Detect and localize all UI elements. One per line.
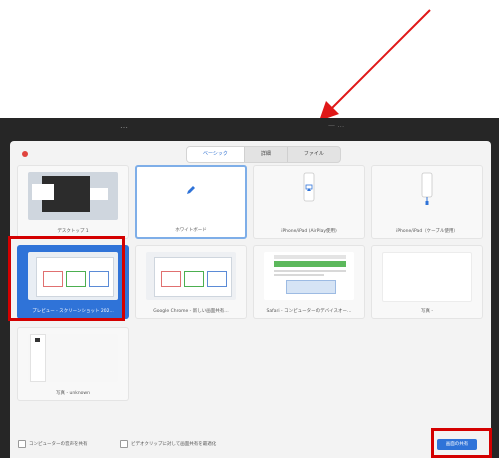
share-button[interactable]: 画面の共有 bbox=[437, 439, 477, 450]
tile-label: 写真 - bbox=[420, 309, 434, 314]
tile-label: デスクトップ 1 bbox=[57, 229, 89, 234]
tile-label: iPhone/iPad (AirPlay使用) bbox=[281, 229, 337, 234]
optimize-video-option[interactable]: ビデオクリップに対して画面共有を最適化 bbox=[120, 440, 216, 448]
tile-iphone-cable[interactable]: iPhone/iPad（ケーブル使用） bbox=[371, 165, 483, 239]
tile-label: iPhone/iPad（ケーブル使用） bbox=[396, 229, 458, 234]
checkbox[interactable] bbox=[120, 440, 128, 448]
tile-safari-window[interactable]: Safari - コンピューターのデバイスオー… bbox=[253, 245, 365, 319]
tile-desktop-1[interactable]: デスクトップ 1 bbox=[17, 165, 129, 239]
tab-bar: ベーシック 詳細 ファイル bbox=[186, 146, 341, 163]
safari-window-thumbnail bbox=[264, 252, 354, 300]
tile-label: 写真 - unknown bbox=[56, 391, 90, 396]
checkbox[interactable] bbox=[18, 440, 26, 448]
option-label: コンピューターの音声を共有 bbox=[29, 442, 88, 447]
phone-cable-icon bbox=[421, 172, 433, 205]
preview-window-thumbnail bbox=[28, 252, 118, 300]
share-audio-option[interactable]: コンピューターの音声を共有 bbox=[18, 440, 88, 448]
share-screen-dialog: ベーシック 詳細 ファイル デスクトップ 1 ホワイトボード iPhone/iP… bbox=[10, 141, 491, 458]
tile-preview-window[interactable]: プレビュー - スクリーンショット 202... bbox=[17, 245, 129, 319]
tile-chrome-window[interactable]: Google Chrome - 新しい画面共有… bbox=[135, 245, 247, 319]
tile-label: ホワイトボード bbox=[175, 228, 207, 233]
dialog-footer: コンピューターの音声を共有 ビデオクリップに対して画面共有を最適化 画面の共有 bbox=[10, 432, 491, 458]
chrome-window-thumbnail bbox=[146, 252, 236, 300]
tile-label: Safari - コンピューターのデバイスオー… bbox=[266, 309, 352, 314]
tile-iphone-airplay[interactable]: iPhone/iPad (AirPlay使用) bbox=[253, 165, 365, 239]
screen-subtitle: — … bbox=[328, 121, 345, 129]
option-label: ビデオクリップに対して画面共有を最適化 bbox=[131, 442, 217, 447]
tab-advanced[interactable]: 詳細 bbox=[243, 147, 287, 162]
tile-photos-unknown[interactable]: 写真 - unknown bbox=[17, 327, 129, 401]
tile-label: プレビュー - スクリーンショット 202... bbox=[32, 309, 114, 314]
pencil-icon bbox=[187, 186, 195, 194]
phone-airplay-icon bbox=[303, 172, 315, 202]
desktop-thumbnail bbox=[28, 172, 118, 220]
blank-window bbox=[382, 252, 472, 302]
close-button[interactable] bbox=[22, 151, 28, 157]
tile-label: Google Chrome - 新しい画面共有… bbox=[153, 309, 229, 314]
photos-window-thumbnail bbox=[28, 334, 118, 382]
tile-photos-window[interactable]: 写真 - bbox=[371, 245, 483, 319]
tab-basic[interactable]: ベーシック bbox=[187, 147, 244, 162]
screen-title: … bbox=[120, 121, 128, 130]
tab-files[interactable]: ファイル bbox=[286, 147, 340, 162]
tile-whiteboard[interactable]: ホワイトボード bbox=[135, 165, 247, 239]
